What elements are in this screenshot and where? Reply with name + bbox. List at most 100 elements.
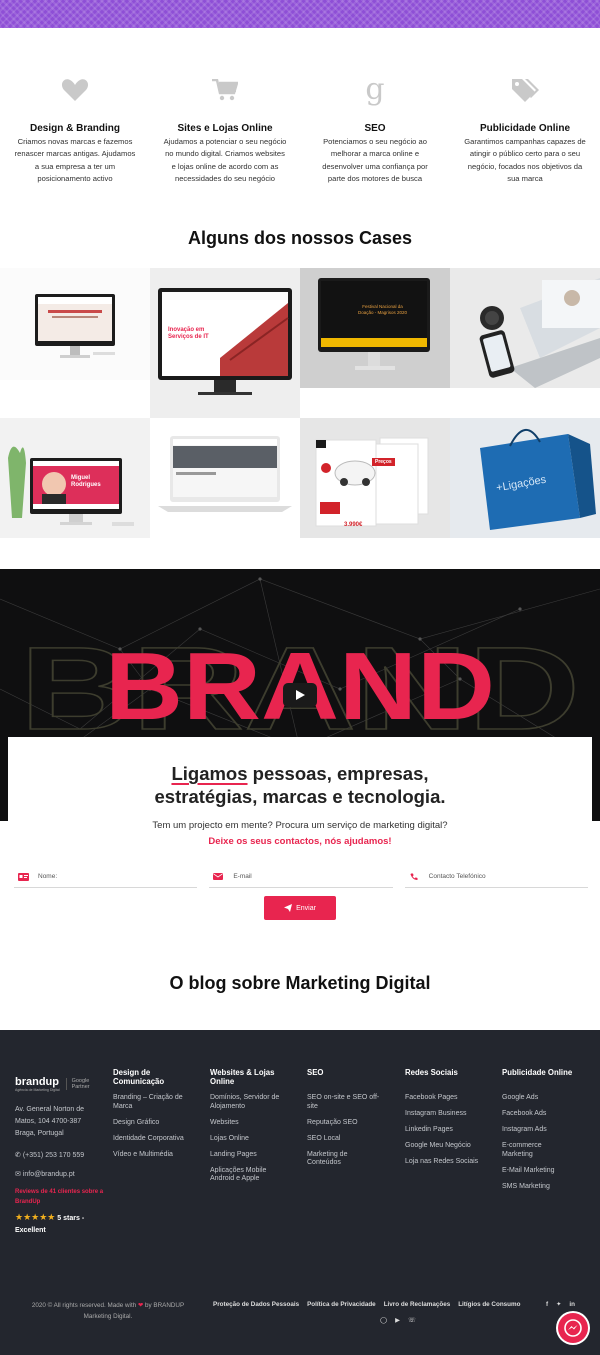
phone-field[interactable]: Contacto Telefónico: [404, 866, 588, 888]
case-tile[interactable]: [150, 418, 300, 538]
footer-col-title: Publicidade Online: [502, 1068, 573, 1077]
legal-links: Proteção de Dados Pessoais Política de P…: [213, 1301, 520, 1308]
footer-link[interactable]: Landing Pages: [210, 1151, 295, 1160]
case-image: [300, 418, 450, 538]
footer-link[interactable]: E-commerce Marketing: [502, 1142, 592, 1159]
instagram-icon[interactable]: ◯: [380, 1317, 387, 1324]
case-tile[interactable]: Preços 3.990€: [300, 418, 450, 538]
rating: ★★★★★ 5 stars -: [15, 1212, 85, 1222]
copyright: 2020 © All rights reserved. Made with ❤ …: [31, 1302, 185, 1320]
heart-icon: ❤: [137, 1302, 144, 1309]
name-placeholder: Nome:: [38, 873, 58, 880]
top-pattern-bar: [0, 0, 600, 28]
footer-link[interactable]: Aplicações Mobile Android e Apple: [210, 1167, 295, 1184]
service-title: Design & Branding: [29, 123, 120, 134]
case-tile[interactable]: [450, 268, 600, 388]
service-desc: Ajudamos a potenciar o seu negócio no mun…: [163, 137, 287, 184]
footer-col-websites: Websites & Lojas Online Domínios, Servido…: [210, 1068, 295, 1191]
footer-link[interactable]: Facebook Ads: [502, 1110, 592, 1119]
tagline-highlight: Ligamos: [171, 763, 248, 784]
footer-link[interactable]: Linkedin Pages: [405, 1126, 495, 1135]
footer-col-social: Redes Sociais Facebook Pages Instagram B…: [405, 1068, 495, 1174]
social-links-secondary: ◯ ▶ ☏: [380, 1317, 416, 1324]
address: Av. General Norton de Matos, 104 4700-387…: [15, 1106, 85, 1137]
paper-plane-icon: [284, 904, 293, 912]
phone-icon: [405, 873, 423, 881]
footer-link[interactable]: Instagram Ads: [502, 1126, 592, 1135]
footer-link[interactable]: Google Ads: [502, 1094, 592, 1103]
footer-link[interactable]: Identidade Corporativa: [113, 1135, 198, 1144]
whatsapp-icon[interactable]: ☏: [408, 1317, 416, 1324]
facebook-icon[interactable]: f: [546, 1301, 548, 1308]
footer-link[interactable]: Marketing de Conteúdos: [307, 1151, 392, 1168]
play-icon: [296, 690, 305, 700]
envelope-icon: [209, 873, 227, 880]
footer-link[interactable]: SMS Marketing: [502, 1183, 592, 1192]
footer-link[interactable]: Domínios, Servidor de Alojamento: [210, 1094, 295, 1111]
case-image: [300, 268, 450, 388]
case-tile[interactable]: Miguel Rodrigues: [0, 418, 150, 538]
play-button[interactable]: [283, 683, 317, 707]
heart-icon: [6, 70, 144, 110]
envelope-icon: ✉: [15, 1171, 21, 1178]
footer-col-title: Redes Sociais: [405, 1068, 458, 1077]
reviews-link[interactable]: Reviews de 41 clientes sobre a BrandUp: [15, 1187, 105, 1207]
service-title: Sites e Lojas Online: [177, 123, 273, 134]
case-tile[interactable]: Inovação em Serviços de IT: [150, 268, 300, 418]
case-tile[interactable]: +Ligações: [450, 418, 600, 538]
footer-link[interactable]: SEO on-site e SEO off-site: [307, 1094, 392, 1111]
footer-link[interactable]: Instagram Business: [405, 1110, 495, 1119]
footer-col-title: Design de Comunicação: [113, 1068, 165, 1086]
cart-icon: [156, 70, 294, 110]
footer-link[interactable]: Branding – Criação de Marca: [113, 1094, 198, 1111]
messenger-chat-button[interactable]: [558, 1313, 588, 1343]
footer-link[interactable]: Loja nas Redes Sociais: [405, 1158, 495, 1167]
phone-placeholder: Contacto Telefónico: [428, 873, 486, 880]
case-price: 3.990€: [344, 522, 363, 528]
case-tile[interactable]: [0, 268, 150, 380]
service-title: SEO: [364, 123, 386, 134]
footer-col-seo: SEO SEO on-site e SEO off-site Reputação…: [307, 1068, 392, 1175]
footer-brand: brandup Agência de Marketing Digital Goo…: [15, 1076, 105, 1237]
case-image: [150, 418, 300, 538]
footer-link[interactable]: Google Meu Negócio: [405, 1142, 495, 1151]
case-image: [0, 268, 150, 380]
linkedin-icon[interactable]: in: [569, 1301, 575, 1308]
send-button[interactable]: Enviar: [264, 896, 336, 920]
footer-link[interactable]: Reputação SEO: [307, 1119, 392, 1128]
legal-link[interactable]: Proteção de Dados Pessoais: [213, 1301, 299, 1308]
footer-link[interactable]: Websites: [210, 1119, 295, 1128]
email-field[interactable]: E-mail: [209, 866, 393, 888]
stars-icon: ★★★★★: [15, 1212, 56, 1222]
footer-col-title: SEO: [307, 1068, 324, 1077]
cases-heading: Alguns dos nossos Cases: [187, 228, 413, 248]
legal-link[interactable]: Livro de Reclamações: [384, 1301, 451, 1308]
footer-link[interactable]: Design Gráfico: [113, 1119, 198, 1128]
twitter-icon[interactable]: ✦: [556, 1301, 561, 1308]
email-link[interactable]: ✉ info@brandup.pt: [15, 1169, 105, 1181]
email-placeholder: E-mail: [233, 873, 252, 880]
footer-link[interactable]: Facebook Pages: [405, 1094, 495, 1103]
footer-link[interactable]: Vídeo e Multimédia: [113, 1151, 198, 1160]
case-image: [150, 268, 300, 418]
logo-subtitle: Agência de Marketing Digital: [15, 1088, 60, 1092]
legal-link[interactable]: Política de Privacidade: [307, 1301, 376, 1308]
service-design-branding: Design & Branding Criamos novas marcas e…: [0, 70, 150, 186]
phone-link[interactable]: ✆ (+351) 253 170 559: [15, 1150, 105, 1162]
service-seo: g SEO Potenciamos o seu negócio ao melhor…: [300, 70, 450, 186]
id-card-icon: [14, 872, 32, 881]
google-icon: g: [365, 72, 385, 107]
footer-link[interactable]: Lojas Online: [210, 1135, 295, 1144]
case-label: Preços: [372, 458, 395, 466]
youtube-icon[interactable]: ▶: [395, 1317, 400, 1324]
messenger-icon: [564, 1319, 582, 1337]
footer-link[interactable]: SEO Local: [307, 1135, 392, 1144]
legal-link[interactable]: Litígios de Consumo: [458, 1301, 520, 1308]
service-desc: Garantimos campanhas capazes de atingir o…: [464, 137, 586, 184]
name-field[interactable]: Nome:: [14, 866, 198, 888]
blog-heading: O blog sobre Marketing Digital: [169, 973, 431, 993]
case-tile[interactable]: Festival Nacional da Doação - Magrisos 20…: [300, 268, 450, 388]
footer-link[interactable]: E-Mail Marketing: [502, 1167, 592, 1176]
footer-logo[interactable]: brandup Agência de Marketing Digital Goo…: [15, 1076, 105, 1092]
tags-icon: [456, 70, 594, 110]
